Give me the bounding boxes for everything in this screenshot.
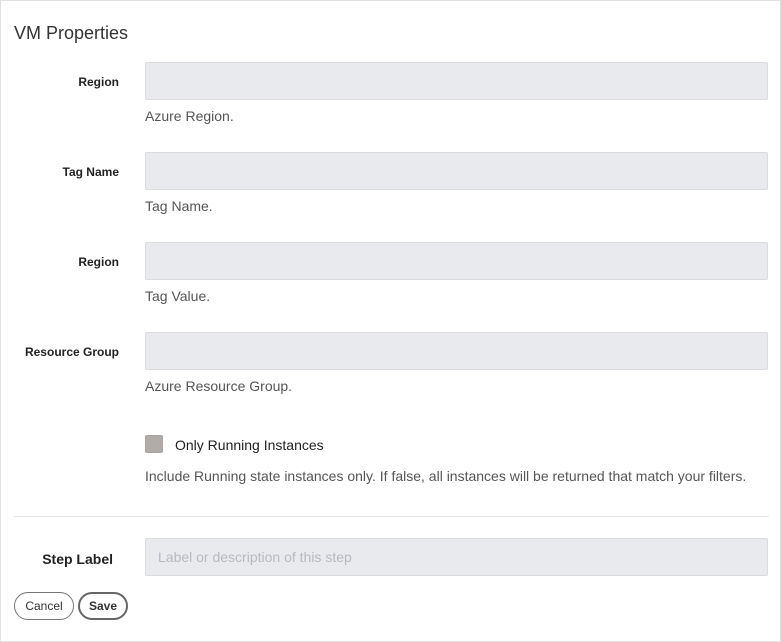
region-help: Azure Region. (145, 108, 234, 124)
tag-value-input[interactable] (145, 242, 768, 280)
step-label-input[interactable] (145, 538, 768, 576)
only-running-checkbox[interactable] (145, 435, 163, 453)
tag-name-help: Tag Name. (145, 198, 213, 214)
region-label: Region (78, 75, 119, 89)
only-running-help: Include Running state instances only. If… (145, 468, 747, 484)
tag-name-label: Tag Name (62, 165, 119, 179)
tag-value-help: Tag Value. (145, 288, 211, 304)
section-title: VM Properties (14, 23, 129, 43)
save-button[interactable]: Save (78, 592, 128, 620)
tag-value-label: Region (78, 255, 119, 269)
tag-name-input[interactable] (145, 152, 768, 190)
cancel-button[interactable]: Cancel (14, 592, 74, 620)
vm-properties-panel: VM Properties Region Azure Region. Tag N… (0, 0, 781, 642)
step-label-label: Step Label (42, 551, 113, 567)
resource-group-input[interactable] (145, 332, 768, 370)
resource-group-label: Resource Group (24, 345, 119, 359)
region-input[interactable] (145, 62, 768, 100)
section-divider (14, 516, 769, 517)
only-running-label[interactable]: Only Running Instances (175, 437, 324, 453)
resource-group-help: Azure Resource Group. (145, 378, 293, 394)
